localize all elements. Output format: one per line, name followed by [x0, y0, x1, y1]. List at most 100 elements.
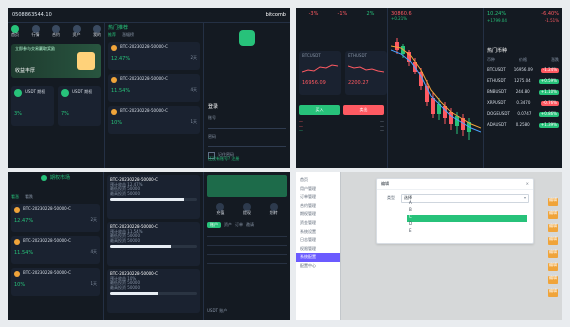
- detail-line: 最高投资 50000: [110, 284, 140, 290]
- dialog-option-highlight[interactable]: C: [407, 214, 527, 222]
- bottom-card-1[interactable]: USDT 期权 3%: [11, 85, 54, 126]
- nav-me-label: 我的: [93, 32, 101, 37]
- tab-gainers[interactable]: 涨幅榜: [122, 32, 134, 38]
- market-row[interactable]: ADAUSDT 0.2580 +1.39%: [487, 120, 559, 131]
- edit-tag[interactable]: 编辑: [548, 236, 558, 245]
- section-assets[interactable]: 资产: [224, 222, 232, 228]
- btc-icon: [14, 270, 20, 277]
- pair-item[interactable]: BTC-20230228-50000-C 10% 1天: [108, 105, 200, 134]
- action-withdraw[interactable]: 提现: [242, 203, 251, 216]
- dialog-option[interactable]: B: [407, 207, 527, 215]
- edit-tag[interactable]: 编辑: [548, 223, 558, 232]
- market-row[interactable]: ETHUSDT 1275.04 +0.59%: [487, 76, 559, 87]
- edit-tag[interactable]: 编辑: [548, 210, 558, 219]
- buy-tab[interactable]: 买入: [299, 105, 340, 115]
- promo-title: 收益丰厚: [15, 67, 36, 74]
- pair-values: 12.47% 2天: [111, 56, 197, 62]
- dialog-option[interactable]: D: [407, 221, 527, 229]
- close-icon[interactable]: ×: [526, 181, 529, 187]
- pair-item[interactable]: BTC-20230228-50000-C 12.47% 2天: [108, 41, 200, 70]
- market-change: +0.86%: [538, 111, 559, 117]
- sidebar-item[interactable]: 订单管理: [296, 193, 340, 202]
- pair-item[interactable]: BTC-20230228-50000-C 11.54% 4天: [108, 73, 200, 102]
- market-header-price: 价格: [519, 56, 527, 62]
- divider: [207, 236, 287, 238]
- detail-card[interactable]: BTC-20230228-50000-C 预计收益 12.47% 最低投资 50…: [107, 175, 200, 219]
- edit-tag[interactable]: 编辑: [548, 275, 558, 284]
- top-right-number-1: 10.24%: [487, 11, 507, 17]
- ma-line-2: [391, 49, 481, 133]
- divider: [207, 254, 287, 256]
- tab-put[interactable]: 看跌: [25, 194, 33, 200]
- action-transfer[interactable]: 划转: [269, 203, 278, 216]
- bottom-right-panel: 首页 用户管理 订单管理 合约管理 期权管理 资金管理 系统设置 日志管理 权限…: [296, 172, 562, 320]
- top-left-middle-column: 热门推荐 推荐 涨幅榜 BTC-20230228-50000-C 12.47% …: [104, 22, 204, 168]
- sidebar-item[interactable]: 配置中心: [296, 262, 340, 271]
- action-deposit[interactable]: 充值: [216, 203, 225, 216]
- sidebar-item[interactable]: 资金管理: [296, 219, 340, 228]
- nav-me[interactable]: 我的: [93, 25, 101, 38]
- sidebar-item[interactable]: 合约管理: [296, 202, 340, 211]
- nav-assets[interactable]: 资产: [72, 25, 81, 38]
- market-row[interactable]: XRPUSDT 0.3470 -0.76%: [487, 98, 559, 109]
- pair-name: BTC-20230228-50000-C: [120, 76, 168, 82]
- sidebar-item[interactable]: 系统设置: [296, 228, 340, 237]
- detail-card[interactable]: BTC-20230228-50000-C 预计收益 10% 最低投资 50000…: [107, 269, 200, 313]
- dialog-option[interactable]: E: [407, 228, 527, 236]
- sidebar-item[interactable]: 用户管理: [296, 185, 340, 194]
- metric-card[interactable]: ETHUSDT 2200.27: [345, 51, 387, 95]
- section-orders[interactable]: 订单: [235, 222, 243, 228]
- market-row[interactable]: BNBUSDT 244.80 +1.10%: [487, 87, 559, 98]
- right-action-column: 编辑 编辑 编辑 编辑 编辑 编辑 编辑 编辑: [548, 197, 558, 302]
- edit-tag[interactable]: 编辑: [548, 197, 558, 206]
- metric-sparkline: [302, 64, 338, 73]
- section-account[interactable]: 账户: [207, 221, 221, 229]
- sell-tab-label: 卖出: [359, 106, 368, 112]
- usdt-icon: [14, 88, 22, 97]
- market-header: 币种 价格 涨跌: [487, 56, 559, 63]
- bottom-left-right: 充值 提现 划转 账户 资产 订单 邀请 USDT 账户: [204, 172, 290, 320]
- section-invite[interactable]: 邀请: [246, 222, 254, 228]
- tab-call[interactable]: 看涨: [11, 194, 19, 200]
- detail-progress-fill: [110, 292, 158, 296]
- sidebar-item[interactable]: 权限管理: [296, 245, 340, 254]
- header-values: -3% -1% 2%: [299, 11, 384, 17]
- market-row[interactable]: DOGEUSDT 0.0747 +0.86%: [487, 109, 559, 120]
- dialog-option[interactable]: A: [407, 200, 527, 208]
- sidebar-item[interactable]: 期权管理: [296, 210, 340, 219]
- btc-icon: [111, 44, 117, 51]
- edit-tag[interactable]: 编辑: [548, 288, 558, 297]
- password-input[interactable]: [208, 139, 286, 148]
- detail-progress-fill: [110, 245, 171, 249]
- sidebar-item[interactable]: 日志管理: [296, 236, 340, 245]
- edit-tag[interactable]: 编辑: [548, 262, 558, 271]
- market-row[interactable]: BTCUSDT 16956.09 -1.24%: [487, 65, 559, 76]
- detail-card[interactable]: BTC-20230228-50000-C 预计收益 11.54% 最低投资 50…: [107, 222, 200, 266]
- promo-card[interactable]: 立即参与交易赢取奖励 收益丰厚: [11, 43, 101, 78]
- nav-home[interactable]: 首页: [11, 25, 19, 38]
- option-item[interactable]: BTC-20230228-50000-C 11.54% 4天: [11, 235, 100, 264]
- edit-tag[interactable]: 编辑: [548, 249, 558, 258]
- sidebar-item[interactable]: 首页: [296, 176, 340, 185]
- btc-icon: [14, 238, 20, 245]
- account-input[interactable]: [208, 121, 286, 129]
- form-footer[interactable]: 还没有账号? 注册: [208, 157, 239, 162]
- sidebar-item-active[interactable]: 系统配置: [296, 253, 340, 262]
- logo: [208, 26, 286, 50]
- form-title: 登录: [208, 104, 219, 110]
- pair-value: 10%: [111, 119, 123, 126]
- tab-recommend[interactable]: 推荐: [108, 32, 116, 38]
- option-item[interactable]: BTC-20230228-50000-C 10% 1天: [11, 267, 100, 296]
- bottom-left-items: BTC-20230228-50000-C 12.47% 2天 BTC-20230…: [11, 203, 100, 296]
- nav-market[interactable]: 行情: [31, 25, 40, 38]
- nav-contract[interactable]: 合约: [52, 25, 60, 38]
- edit-dialog: 编辑 × 类型 选择 ▾ A B C D E: [376, 178, 534, 244]
- market-rows: BTCUSDT 16956.09 -1.24% ETHUSDT 1275.04 …: [487, 65, 559, 131]
- bottom-card-2[interactable]: USDT 期权 7%: [58, 85, 101, 126]
- option-item[interactable]: BTC-20230228-50000-C 12.47% 2天: [11, 203, 100, 232]
- pair-values: 11.54% 4天: [111, 88, 197, 94]
- sell-tab[interactable]: 卖出: [343, 105, 384, 115]
- metric-card[interactable]: BTCUSDT 16956.09: [299, 51, 341, 95]
- dialog-title: 编辑: [381, 180, 389, 186]
- pair-name: BTC-20230228-50000-C: [120, 108, 168, 114]
